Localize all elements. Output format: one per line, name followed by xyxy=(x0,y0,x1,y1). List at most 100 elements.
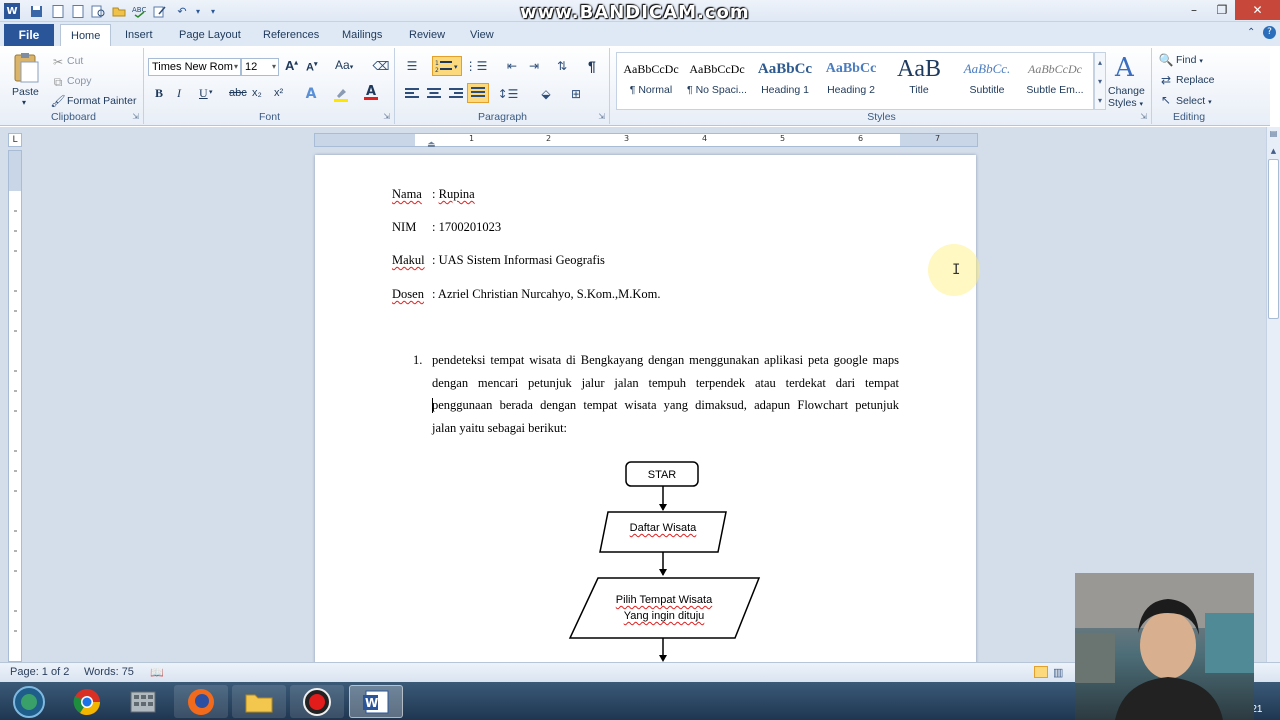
close-icon[interactable]: ✕ xyxy=(1235,0,1280,20)
copy-icon[interactable]: ⧉ xyxy=(50,74,66,90)
select-button[interactable]: Select ▾ xyxy=(1176,95,1212,107)
paste-icon[interactable] xyxy=(12,52,40,84)
replace-icon[interactable]: ⇄ xyxy=(1158,72,1174,88)
style-subtle-emphasis[interactable]: AaBbCcDc Subtle Em... xyxy=(1022,54,1088,106)
style-title[interactable]: AaB Title xyxy=(886,54,952,106)
style-normal[interactable]: AaBbCcDc ¶ Normal xyxy=(618,54,684,106)
tab-file[interactable]: File xyxy=(4,24,54,46)
borders-icon[interactable]: ⊞ xyxy=(568,86,584,102)
find-icon[interactable]: 🔍 xyxy=(1158,52,1174,68)
font-size-combo[interactable]: 12 ▾ xyxy=(241,58,279,76)
vertical-scrollbar[interactable]: ▤ ▲ xyxy=(1266,127,1280,662)
dialog-launcher-icon[interactable]: ⇲ xyxy=(132,112,139,121)
word-taskbar-icon[interactable]: W xyxy=(349,685,403,718)
show-formatting-button[interactable]: ¶ xyxy=(588,58,596,74)
text-effects-icon[interactable]: A xyxy=(303,86,319,102)
font-color-icon[interactable]: A xyxy=(363,84,379,100)
undo-dropdown-icon[interactable]: ▾ xyxy=(190,3,206,19)
decrease-indent-icon[interactable]: ⇤ xyxy=(504,58,520,74)
style-heading-2[interactable]: AaBbCc Heading 2 xyxy=(818,54,884,106)
replace-button[interactable]: Replace xyxy=(1176,74,1215,86)
style-subtitle[interactable]: AaBbCc. Subtitle xyxy=(954,54,1020,106)
strikethrough-button[interactable]: abc xyxy=(229,87,247,99)
select-icon[interactable]: ↖ xyxy=(1158,92,1174,108)
new-document-icon[interactable] xyxy=(50,3,66,19)
open-folder-icon[interactable] xyxy=(111,3,127,19)
highlight-color-icon[interactable] xyxy=(333,86,349,102)
paste-dropdown-icon[interactable]: ▾ xyxy=(22,98,26,107)
scroll-up-icon[interactable]: ▲ xyxy=(1268,147,1279,157)
tab-references[interactable]: References xyxy=(253,24,329,46)
minimize-icon[interactable]: – xyxy=(1180,0,1208,20)
superscript-button[interactable]: x² xyxy=(274,87,283,99)
help-icon[interactable]: ? xyxy=(1263,26,1276,39)
indent-marker-icon[interactable]: ⏏ xyxy=(427,140,436,150)
style-no-spacing[interactable]: AaBbCcDc ¶ No Spaci... xyxy=(684,54,750,106)
change-styles-label-2[interactable]: Styles ▾ xyxy=(1108,97,1143,109)
shading-icon[interactable]: ⬙ xyxy=(538,86,554,102)
new-icon[interactable] xyxy=(70,3,86,19)
ruler-toggle-icon[interactable]: ▤ xyxy=(1268,129,1279,141)
firefox-icon[interactable] xyxy=(174,685,228,718)
align-left-icon[interactable] xyxy=(404,86,420,102)
change-styles-label-1[interactable]: Change xyxy=(1108,85,1145,97)
style-gallery-scroll[interactable]: ▴ ▾ ▾ xyxy=(1094,52,1106,110)
minimize-ribbon-icon[interactable]: ⌃ xyxy=(1247,27,1255,38)
format-painter-icon[interactable]: 🖌 xyxy=(50,93,66,109)
increase-indent-icon[interactable]: ⇥ xyxy=(526,58,542,74)
full-screen-view-icon[interactable]: ▥ xyxy=(1053,666,1063,679)
app-grid-icon[interactable] xyxy=(116,685,170,718)
bandicam-icon[interactable] xyxy=(290,685,344,718)
align-center-icon[interactable] xyxy=(426,86,442,102)
copy-button[interactable]: Copy xyxy=(67,75,92,87)
save-icon[interactable] xyxy=(28,3,44,19)
start-button-icon[interactable] xyxy=(2,685,56,718)
word-count[interactable]: Words: 75 xyxy=(84,666,134,678)
underline-button[interactable]: U xyxy=(199,86,208,101)
bullets-icon[interactable]: ☰ xyxy=(404,58,420,74)
customize-toolbar-icon[interactable]: ▾ xyxy=(205,3,221,19)
format-painter-button[interactable]: Format Painter xyxy=(67,95,136,107)
multilevel-list-icon[interactable]: ⋮☰ xyxy=(465,58,488,74)
style-heading-1[interactable]: AaBbCc Heading 1 xyxy=(752,54,818,106)
grow-font-icon[interactable]: A▴ xyxy=(285,58,298,73)
print-preview-icon[interactable] xyxy=(90,3,106,19)
scroll-thumb[interactable] xyxy=(1268,159,1279,319)
cut-icon[interactable]: ✂ xyxy=(50,54,66,70)
edit-icon[interactable] xyxy=(152,3,168,19)
file-explorer-icon[interactable] xyxy=(232,685,286,718)
styles-dialog-launcher-icon[interactable]: ⇲ xyxy=(1140,112,1147,121)
font-dialog-launcher-icon[interactable]: ⇲ xyxy=(383,112,390,121)
chrome-icon[interactable] xyxy=(60,685,114,718)
clear-formatting-icon[interactable]: ⌫ xyxy=(373,58,390,74)
cut-button[interactable]: Cut xyxy=(67,55,83,67)
word-app-icon[interactable]: W xyxy=(4,3,20,19)
tab-insert[interactable]: Insert xyxy=(115,24,163,46)
italic-button[interactable]: I xyxy=(177,86,181,101)
tab-page-layout[interactable]: Page Layout xyxy=(169,24,251,46)
underline-dropdown-icon[interactable]: ▾ xyxy=(209,88,213,96)
sort-icon[interactable]: ⇅ xyxy=(554,58,570,74)
find-button[interactable]: Find ▾ xyxy=(1176,54,1203,66)
font-family-combo[interactable]: Times New Rom ▾ xyxy=(148,58,241,76)
tab-selector-icon[interactable]: L xyxy=(8,133,22,147)
horizontal-ruler[interactable]: 1 2 3 4 5 6 7 ⏏ xyxy=(314,133,978,150)
line-spacing-icon[interactable]: ↕☰ xyxy=(498,86,519,102)
proofing-icon[interactable]: 📖 xyxy=(150,666,164,679)
spelling-check-icon[interactable]: ABC xyxy=(131,3,147,19)
bold-button[interactable]: B xyxy=(155,86,163,101)
subscript-button[interactable]: x₂ xyxy=(252,87,262,99)
tab-mailings[interactable]: Mailings xyxy=(332,24,392,46)
undo-icon[interactable]: ↶ xyxy=(174,3,190,19)
change-styles-icon[interactable]: A xyxy=(1112,52,1142,83)
restore-icon[interactable]: ❐ xyxy=(1208,0,1236,20)
shrink-font-icon[interactable]: A▾ xyxy=(306,60,317,74)
align-right-icon[interactable] xyxy=(448,86,464,102)
tab-home[interactable]: Home xyxy=(60,24,112,46)
page-count[interactable]: Page: 1 of 2 xyxy=(10,666,69,678)
tab-view[interactable]: View xyxy=(460,24,504,46)
justify-icon[interactable] xyxy=(467,83,489,103)
change-case-icon[interactable]: Aa▾ xyxy=(335,58,353,72)
paste-button[interactable]: Paste xyxy=(12,86,39,98)
tab-review[interactable]: Review xyxy=(399,24,455,46)
